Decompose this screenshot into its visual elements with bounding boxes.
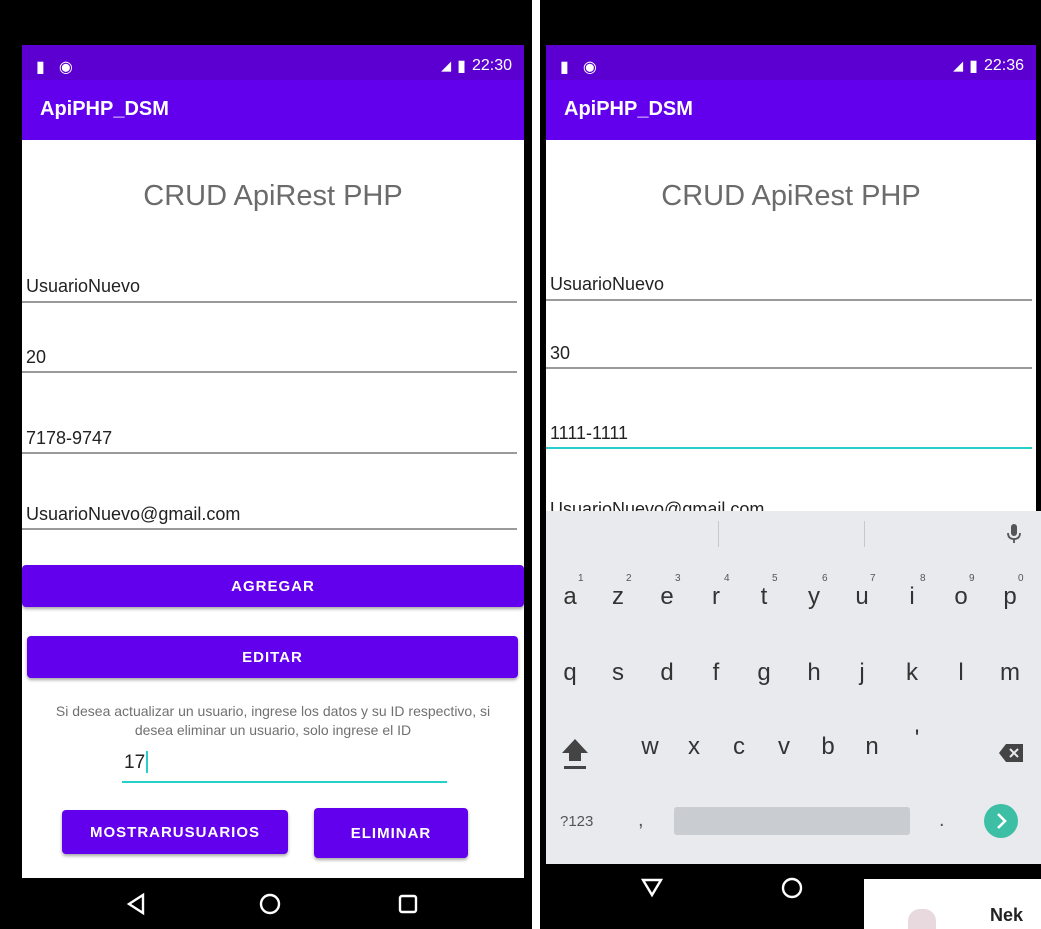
id-field[interactable]: 17 (122, 748, 447, 783)
key-i[interactable]: i8 (894, 573, 930, 611)
app-title: ApiPHP_DSM (564, 98, 693, 120)
navigation-bar (0, 878, 532, 929)
key-x[interactable]: x (676, 733, 712, 761)
key-c[interactable]: c (721, 733, 757, 761)
phone-screen-left: ▮ ◉ ◢ ▮ 22:30 ApiPHP_DSM CRUD ApiRest PH… (0, 0, 532, 929)
sd-card-icon: ▮ (36, 59, 45, 76)
id-value: 17 (124, 752, 146, 773)
battery-icon: ▮ (969, 58, 978, 75)
key-e[interactable]: e3 (649, 573, 685, 611)
app-title: ApiPHP_DSM (40, 98, 169, 120)
key-y[interactable]: y6 (796, 573, 832, 611)
shift-icon[interactable] (560, 737, 590, 771)
key-p[interactable]: p0 (992, 573, 1028, 611)
suggestion-divider (718, 521, 719, 547)
name-value: UsuarioNuevo (550, 274, 665, 294)
android-icon: ◉ (582, 59, 597, 76)
key-a[interactable]: a1 (552, 573, 588, 611)
key-h[interactable]: h (796, 659, 832, 687)
key-u[interactable]: u7 (844, 573, 880, 611)
name-value: UsuarioNuevo (26, 276, 141, 296)
phone-screen-right: ▮ ◉ ◢ ▮ 22:36 ApiPHP_DSM CRUD ApiRest PH… (540, 0, 1041, 929)
comma-key[interactable]: , (638, 809, 644, 832)
backspace-icon[interactable] (998, 743, 1024, 763)
email-value: UsuarioNuevo@gmail.com (550, 499, 765, 511)
age-value: 20 (26, 347, 47, 367)
signal-icon: ◢ (441, 58, 452, 73)
key-r[interactable]: r4 (698, 573, 734, 611)
clock-text: 22:36 (983, 57, 1024, 74)
key-n[interactable]: n (854, 733, 890, 761)
key-m[interactable]: m (992, 659, 1028, 687)
delete-button[interactable]: ELIMINAR (314, 808, 468, 858)
suggestion-strip (546, 511, 1041, 555)
space-bar[interactable] (674, 807, 910, 835)
key-b[interactable]: b (810, 733, 846, 761)
clock-text: 22:30 (471, 57, 512, 74)
home-icon[interactable] (780, 876, 804, 900)
show-users-button[interactable]: MOSTRARUSUARIOS (62, 810, 288, 854)
app-bar: ApiPHP_DSM (546, 80, 1036, 140)
page-title: CRUD ApiRest PHP (661, 180, 921, 212)
android-icon: ◉ (58, 59, 73, 76)
add-button[interactable]: AGREGAR (22, 565, 524, 607)
battery-icon: ▮ (457, 58, 466, 75)
symbols-key[interactable]: ?123 (560, 813, 593, 830)
key-d[interactable]: d (649, 659, 685, 687)
key-f[interactable]: f (698, 659, 734, 687)
main-content: CRUD ApiRest PHP UsuarioNuevo 30 1111-11… (546, 140, 1036, 511)
email-value: UsuarioNuevo@gmail.com (26, 504, 241, 524)
notification-toast[interactable]: Nek (864, 879, 1041, 929)
key-v[interactable]: v (766, 733, 802, 761)
phone-field[interactable]: 7178-9747 (22, 424, 517, 454)
key-l[interactable]: l (943, 659, 979, 687)
phone-field[interactable]: 1111-1111 (546, 419, 1032, 449)
key-z[interactable]: z2 (600, 573, 636, 611)
key-k[interactable]: k (894, 659, 930, 687)
back-icon[interactable] (125, 892, 149, 916)
name-field[interactable]: UsuarioNuevo (22, 272, 517, 303)
key-q[interactable]: q (552, 659, 588, 687)
key-apostrophe[interactable]: ' (899, 725, 935, 753)
age-value: 30 (550, 343, 571, 363)
key-w[interactable]: w (632, 733, 668, 761)
app-bar: ApiPHP_DSM (22, 80, 524, 140)
soft-keyboard: a1 z2 e3 r4 t5 y6 u7 i8 o9 p0 q s d f g … (546, 511, 1041, 864)
email-field[interactable]: UsuarioNuevo@gmail.com (546, 495, 1032, 511)
sd-card-icon: ▮ (560, 59, 569, 76)
key-o[interactable]: o9 (943, 573, 979, 611)
age-field[interactable]: 20 (22, 343, 517, 373)
age-field[interactable]: 30 (546, 339, 1032, 369)
avatar (908, 909, 936, 929)
email-field[interactable]: UsuarioNuevo@gmail.com (22, 500, 517, 530)
suggestion-divider (864, 521, 865, 547)
main-content: CRUD ApiRest PHP UsuarioNuevo 20 7178-97… (22, 140, 524, 878)
next-arrow-icon[interactable] (983, 803, 1019, 839)
phone-value: 1111-1111 (550, 423, 629, 443)
helper-text: Si desea actualizar un usuario, ingrese … (55, 703, 491, 738)
recents-icon[interactable] (397, 893, 419, 915)
text-cursor (146, 751, 148, 773)
period-key[interactable]: . (939, 809, 945, 832)
home-icon[interactable] (258, 892, 282, 916)
key-s[interactable]: s (600, 659, 636, 687)
back-down-icon[interactable] (640, 876, 664, 898)
key-g[interactable]: g (746, 659, 782, 687)
phone-value: 7178-9747 (26, 428, 113, 448)
key-j[interactable]: j (844, 659, 880, 687)
toast-text: Nek (990, 905, 1024, 925)
page-title: CRUD ApiRest PHP (143, 180, 403, 212)
microphone-icon[interactable] (1005, 523, 1023, 545)
key-t[interactable]: t5 (746, 573, 782, 611)
signal-icon: ◢ (953, 58, 964, 73)
name-field[interactable]: UsuarioNuevo (546, 270, 1032, 301)
separator (532, 0, 540, 929)
edit-button[interactable]: EDITAR (27, 636, 518, 678)
